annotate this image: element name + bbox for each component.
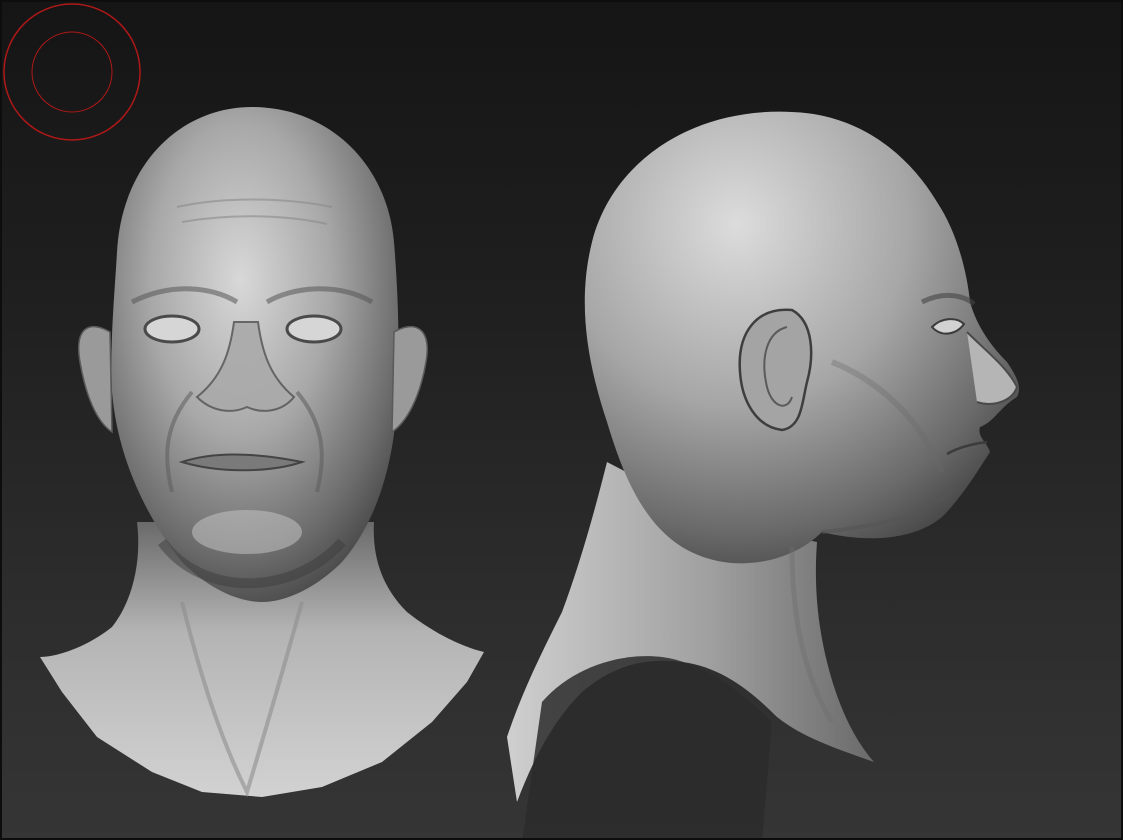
front-right-ear [391,325,428,434]
front-left-ear [78,325,113,434]
sculpt-viewport[interactable] [0,0,1123,840]
rotation-gizmo-icon[interactable] [2,2,142,142]
viewport-canvas[interactable] [2,2,1123,840]
front-left-eye [143,314,201,344]
front-right-eye [285,314,343,344]
front-head-model[interactable] [40,107,484,798]
